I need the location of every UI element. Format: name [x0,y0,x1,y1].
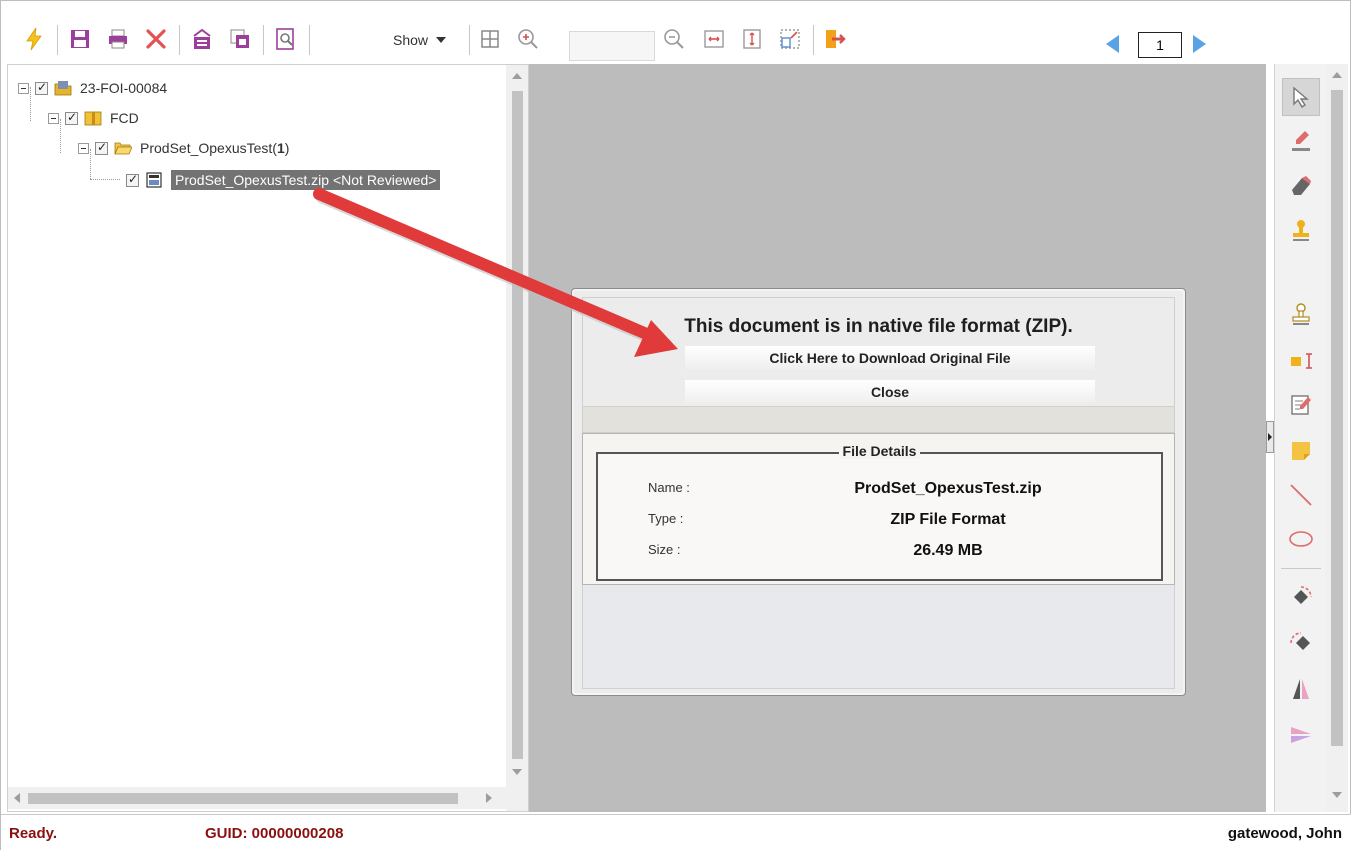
file-detail-label: Type : [648,511,684,526]
tree-horizontal-scrollbar[interactable] [8,787,506,809]
scroll-thumb[interactable] [1331,90,1343,746]
scroll-left-icon[interactable] [14,793,20,803]
scroll-down-icon[interactable] [1332,792,1342,798]
open-folder-icon [114,140,133,156]
tree-checkbox[interactable] [35,80,48,95]
flip-vertical-icon[interactable] [1282,670,1320,708]
redact-icon[interactable] [189,26,215,52]
collapse-toggle[interactable] [78,142,89,154]
rotate-left-icon[interactable] [1282,578,1320,616]
save-icon[interactable] [67,26,93,52]
scroll-up-icon[interactable] [1332,72,1342,78]
show-dropdown[interactable]: Show [393,29,447,51]
text-cursor-icon[interactable] [1282,342,1320,380]
tree-node-prodset[interactable]: ProdSet_OpexusTest(1) [78,137,289,159]
tools-vertical-scrollbar[interactable] [1326,64,1348,812]
lightning-icon[interactable] [21,26,47,52]
exit-icon[interactable] [821,26,847,52]
tree-node-label-selected[interactable]: ProdSet_OpexusTest.zip <Not Reviewed> [171,170,441,190]
dialog-band [582,407,1175,433]
toolbar: Show [7,11,1347,63]
tree-checkbox[interactable] [126,172,139,187]
tree-checkbox[interactable] [65,110,78,125]
user-name: gatewood, John [1227,825,1342,842]
ellipse-icon[interactable] [1282,520,1320,558]
file-detail-row-size: Size : 26.49 MB [598,542,1161,566]
tree-node-case[interactable]: 23-FOI-00084 [18,77,167,99]
note-edit-icon[interactable] [1282,386,1320,424]
eraser-icon[interactable] [1282,166,1320,204]
scroll-thumb[interactable] [512,91,523,759]
case-folder-icon [54,80,72,96]
zoom-out-icon[interactable] [661,26,687,52]
fit-width-icon[interactable] [701,26,727,52]
status-text: Ready. [9,825,58,842]
file-detail-value: 26.49 MB [913,542,983,559]
scroll-down-icon[interactable] [512,769,522,775]
sticky-note-icon[interactable] [1282,432,1320,470]
collapse-toggle[interactable] [48,112,59,124]
guid-text: GUID: 00000000208 [205,825,344,842]
app-window: Show 1 ✓ 23-FOI-00084 ✓ FCD ✓ ProdSet_Op… [0,0,1351,850]
document-icon [145,172,163,188]
close-button[interactable]: Close [685,380,1095,404]
highlighter-icon[interactable] [1282,122,1320,160]
tree-node-zip[interactable]: ProdSet_OpexusTest.zip <Not Reviewed> [126,169,441,191]
page-number-input[interactable] [1138,32,1182,58]
tree-node-label: 23-FOI-00084 [80,80,168,96]
panel-collapse-handle[interactable] [1266,421,1274,453]
document-tree-panel: 23-FOI-00084 FCD ProdSet_OpexusTest(1) P… [7,64,529,812]
file-detail-value: ZIP File Format [890,511,1006,528]
file-detail-row-name: Name : ProdSet_OpexusTest.zip [598,480,1161,504]
annotation-toolbar [1274,64,1326,812]
scroll-up-icon[interactable] [512,73,522,79]
file-details-legend: File Details [838,443,921,459]
tree-node-label: ProdSet_OpexusTest(1) [140,140,290,156]
delete-icon[interactable] [143,26,169,52]
native-file-dialog: This document is in native file format (… [571,288,1186,696]
select-arrow-icon[interactable] [1282,78,1320,116]
collapse-toggle[interactable] [18,82,29,94]
show-dropdown-label: Show [393,32,429,48]
fit-page-icon[interactable] [739,26,765,52]
zoom-in-icon[interactable] [515,26,541,52]
next-page-icon[interactable] [1193,35,1206,53]
scroll-right-icon[interactable] [486,793,492,803]
tree-node-fcd[interactable]: FCD [48,107,139,129]
stamp-icon[interactable] [1282,212,1320,250]
zoom-level-input[interactable] [569,31,655,61]
tree-node-label: FCD [110,110,139,126]
print-icon[interactable] [105,26,131,52]
file-detail-value: ProdSet_OpexusTest.zip [854,480,1042,497]
file-detail-row-type: Type : ZIP File Format [598,511,1161,535]
file-detail-label: Name : [648,480,690,495]
file-detail-label: Size : [648,542,681,557]
stamp-outline-icon[interactable] [1282,296,1320,334]
dialog-header: This document is in native file format (… [582,297,1175,407]
dialog-body: File Details Name : ProdSet_OpexusTest.z… [582,433,1175,585]
file-details-group: File Details Name : ProdSet_OpexusTest.z… [596,443,1163,581]
tree-vertical-scrollbar[interactable] [506,65,528,811]
chevron-down-icon [436,37,447,43]
actual-size-icon[interactable] [777,26,803,52]
dialog-footer [582,585,1175,689]
previous-page-icon[interactable] [1106,35,1119,53]
grid-icon[interactable] [477,26,503,52]
line-icon[interactable] [1282,476,1320,514]
rotate-right-icon[interactable] [1282,624,1320,662]
flip-horizontal-icon[interactable] [1282,716,1320,754]
status-bar: Ready. GUID: 00000000208 gatewood, John [1,814,1351,850]
copy-icon[interactable] [227,26,253,52]
search-document-icon[interactable] [273,26,299,52]
dialog-title: This document is in native file format (… [684,316,1073,337]
tree-checkbox[interactable] [95,140,108,155]
scroll-thumb[interactable] [28,793,458,804]
download-original-button[interactable]: Click Here to Download Original File [685,346,1095,370]
package-icon [84,110,102,126]
